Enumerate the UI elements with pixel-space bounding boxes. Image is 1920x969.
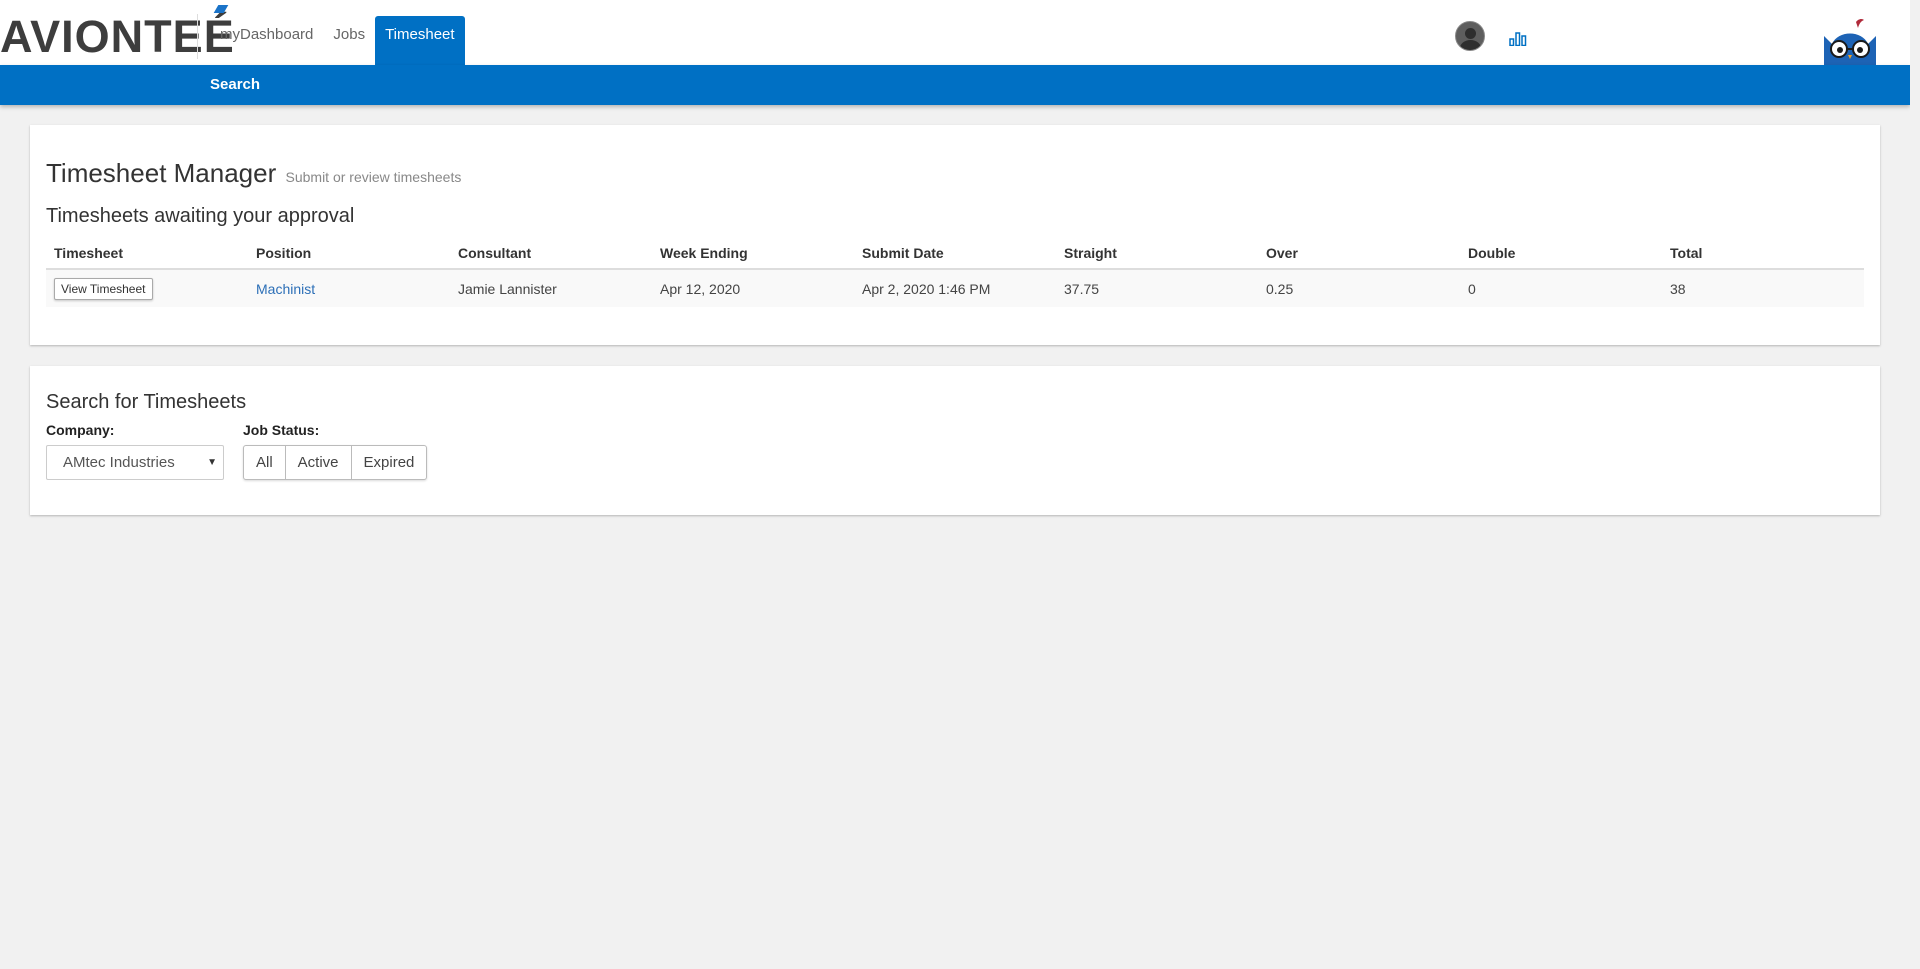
company-label: Company: — [46, 422, 115, 438]
cell-over: 0.25 — [1258, 269, 1460, 307]
timesheet-manager-panel: Timesheet Manager Submit or review times… — [30, 125, 1880, 345]
bar-chart-icon[interactable] — [1509, 32, 1527, 46]
table-row: View Timesheet Machinist Jamie Lannister… — [46, 269, 1864, 307]
column-header[interactable]: Total — [1662, 237, 1864, 270]
job-status-label: Job Status: — [243, 422, 320, 438]
cell-action: View Timesheet — [46, 269, 248, 307]
company-select-value: AMtec Industries — [63, 454, 175, 471]
subnav-item-search[interactable]: Search — [210, 65, 260, 105]
page-title: Timesheet Manager Submit or review times… — [46, 158, 461, 189]
column-header[interactable]: Double — [1460, 237, 1662, 270]
cell-consultant: Jamie Lannister — [450, 269, 652, 307]
job-status-active-button[interactable]: Active — [286, 446, 352, 479]
cell-straight: 37.75 — [1056, 269, 1258, 307]
logo-text: AVIONTE — [0, 11, 204, 62]
job-status-all-button[interactable]: All — [244, 446, 286, 479]
nav-item-jobs[interactable]: Jobs — [323, 16, 375, 65]
column-header[interactable]: Straight — [1056, 237, 1258, 270]
search-panel: Search for Timesheets Company: AMtec Ind… — [30, 366, 1880, 515]
view-timesheet-button[interactable]: View Timesheet — [54, 277, 153, 300]
sub-nav: Search — [0, 65, 1910, 105]
cell-week-ending: Apr 12, 2020 — [652, 269, 854, 307]
column-header[interactable]: Over — [1258, 237, 1460, 270]
nav-item-mydashboard[interactable]: myDashboard — [210, 16, 323, 65]
user-avatar-icon[interactable] — [1455, 21, 1485, 51]
page-subtitle: Submit or review timesheets — [285, 169, 462, 185]
logo-divider — [197, 14, 198, 59]
column-header[interactable]: Week Ending — [652, 237, 854, 270]
logo[interactable]: AVIONTEÉ — [0, 14, 235, 59]
column-header[interactable]: Position — [248, 237, 450, 270]
job-status-expired-button[interactable]: Expired — [352, 446, 427, 479]
approval-table: Timesheet Position Consultant Week Endin… — [46, 237, 1864, 307]
job-status-toggle: All Active Expired — [243, 445, 428, 480]
caret-down-icon: ▼ — [207, 457, 217, 468]
main-nav: myDashboard Jobs Timesheet — [210, 16, 465, 65]
owl-mascot-icon[interactable] — [1820, 18, 1880, 65]
column-header[interactable]: Submit Date — [854, 237, 1056, 270]
approval-section-title: Timesheets awaiting your approval — [46, 205, 355, 227]
column-header[interactable]: Consultant — [450, 237, 652, 270]
cell-total: 38 — [1662, 269, 1864, 307]
page-title-text: Timesheet Manager — [46, 158, 277, 188]
column-header[interactable]: Timesheet — [46, 237, 248, 270]
cell-submit-date: Apr 2, 2020 1:46 PM — [854, 269, 1056, 307]
scrollbar[interactable] — [1910, 0, 1920, 969]
top-header: AVIONTEÉ myDashboard Jobs Timesheet — [0, 0, 1910, 65]
cell-position: Machinist — [248, 269, 450, 307]
nav-item-timesheet[interactable]: Timesheet — [375, 16, 465, 65]
search-title: Search for Timesheets — [46, 391, 247, 413]
cell-double: 0 — [1460, 269, 1662, 307]
position-link[interactable]: Machinist — [256, 281, 315, 297]
company-select[interactable]: AMtec Industries ▼ — [46, 445, 224, 480]
table-header-row: Timesheet Position Consultant Week Endin… — [46, 237, 1864, 270]
